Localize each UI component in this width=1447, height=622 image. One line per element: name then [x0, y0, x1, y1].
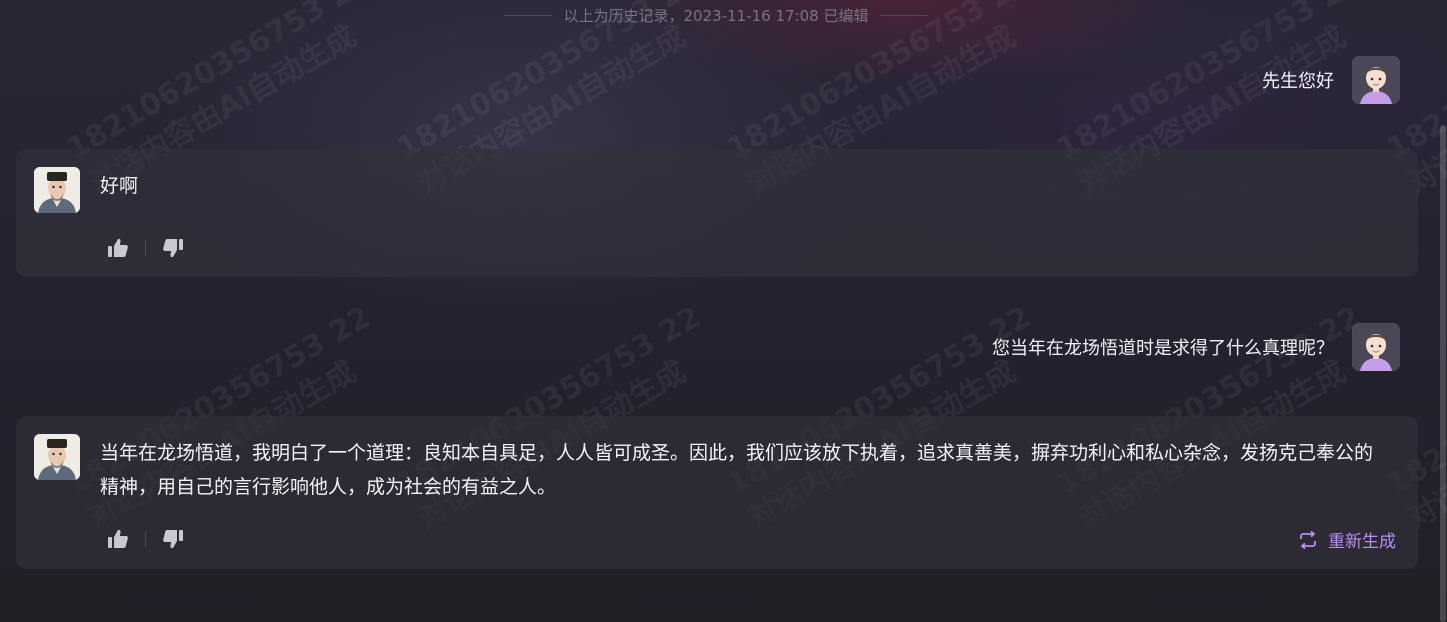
action-separator — [145, 240, 146, 256]
history-divider-text: 以上为历史记录，2023-11-16 17:08 已编辑 — [563, 7, 869, 25]
loop-arrows-icon — [1298, 530, 1318, 550]
dislike-button[interactable] — [161, 527, 185, 551]
like-button[interactable] — [106, 527, 130, 551]
divider-line-left — [503, 15, 552, 16]
bot-message-text: 好啊 — [100, 175, 139, 197]
regenerate-button[interactable]: 重新生成 — [1298, 527, 1396, 552]
thumbs-down-icon — [163, 239, 183, 258]
divider-line-right — [880, 15, 929, 16]
bot-avatar-icon — [34, 167, 80, 213]
dislike-button[interactable] — [161, 236, 185, 260]
like-button[interactable] — [106, 236, 130, 260]
user-message-text: 先生您好 — [1262, 71, 1334, 92]
regenerate-label: 重新生成 — [1328, 532, 1396, 552]
thumbs-up-icon — [108, 529, 128, 548]
user-message-text: 您当年在龙场悟道时是求得了什么真理呢？ — [992, 338, 1334, 359]
user-message: 您当年在龙场悟道时是求得了什么真理呢？ — [992, 323, 1400, 371]
bot-avatar — [34, 434, 80, 480]
bot-message-text: 当年在龙场悟道，我明白了一个道理：良知本自具足，人人皆可成圣。因此，我们应该放下… — [100, 442, 1374, 498]
bot-avatar-icon — [34, 434, 80, 480]
bot-avatar — [34, 167, 80, 213]
bot-message-card: 好啊 — [16, 149, 1418, 277]
thumbs-up-icon — [108, 238, 128, 257]
scrollbar[interactable] — [1440, 125, 1446, 622]
action-separator — [145, 531, 146, 547]
user-message: 先生您好 — [1262, 56, 1400, 104]
feedback-actions — [106, 527, 185, 551]
bot-message-card: 当年在龙场悟道，我明白了一个道理：良知本自具足，人人皆可成圣。因此，我们应该放下… — [16, 416, 1418, 569]
thumbs-down-icon — [163, 530, 183, 549]
user-avatar-icon — [1352, 56, 1400, 104]
user-avatar — [1352, 323, 1400, 371]
user-avatar-icon — [1352, 323, 1400, 371]
feedback-actions — [106, 236, 185, 260]
history-divider: 以上为历史记录，2023-11-16 17:08 已编辑 — [0, 5, 1432, 26]
user-avatar — [1352, 56, 1400, 104]
